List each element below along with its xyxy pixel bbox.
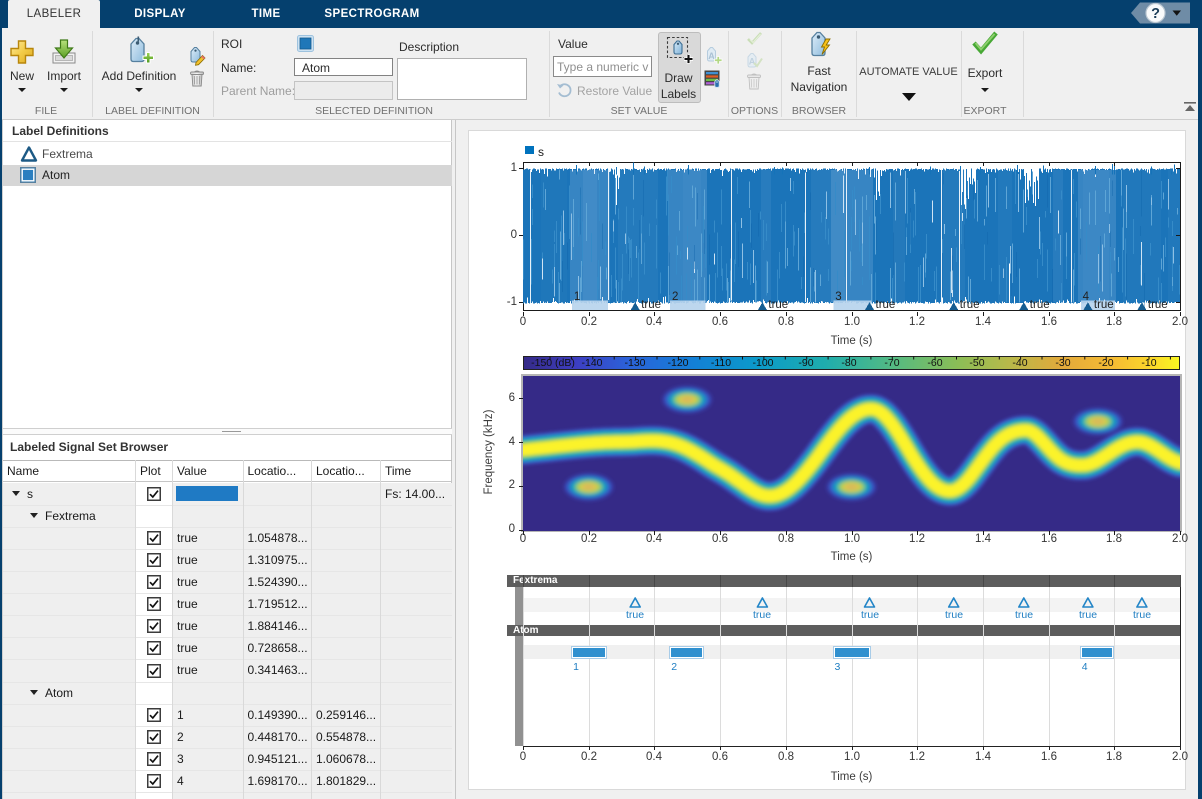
svg-text:?: ?	[1151, 6, 1160, 22]
